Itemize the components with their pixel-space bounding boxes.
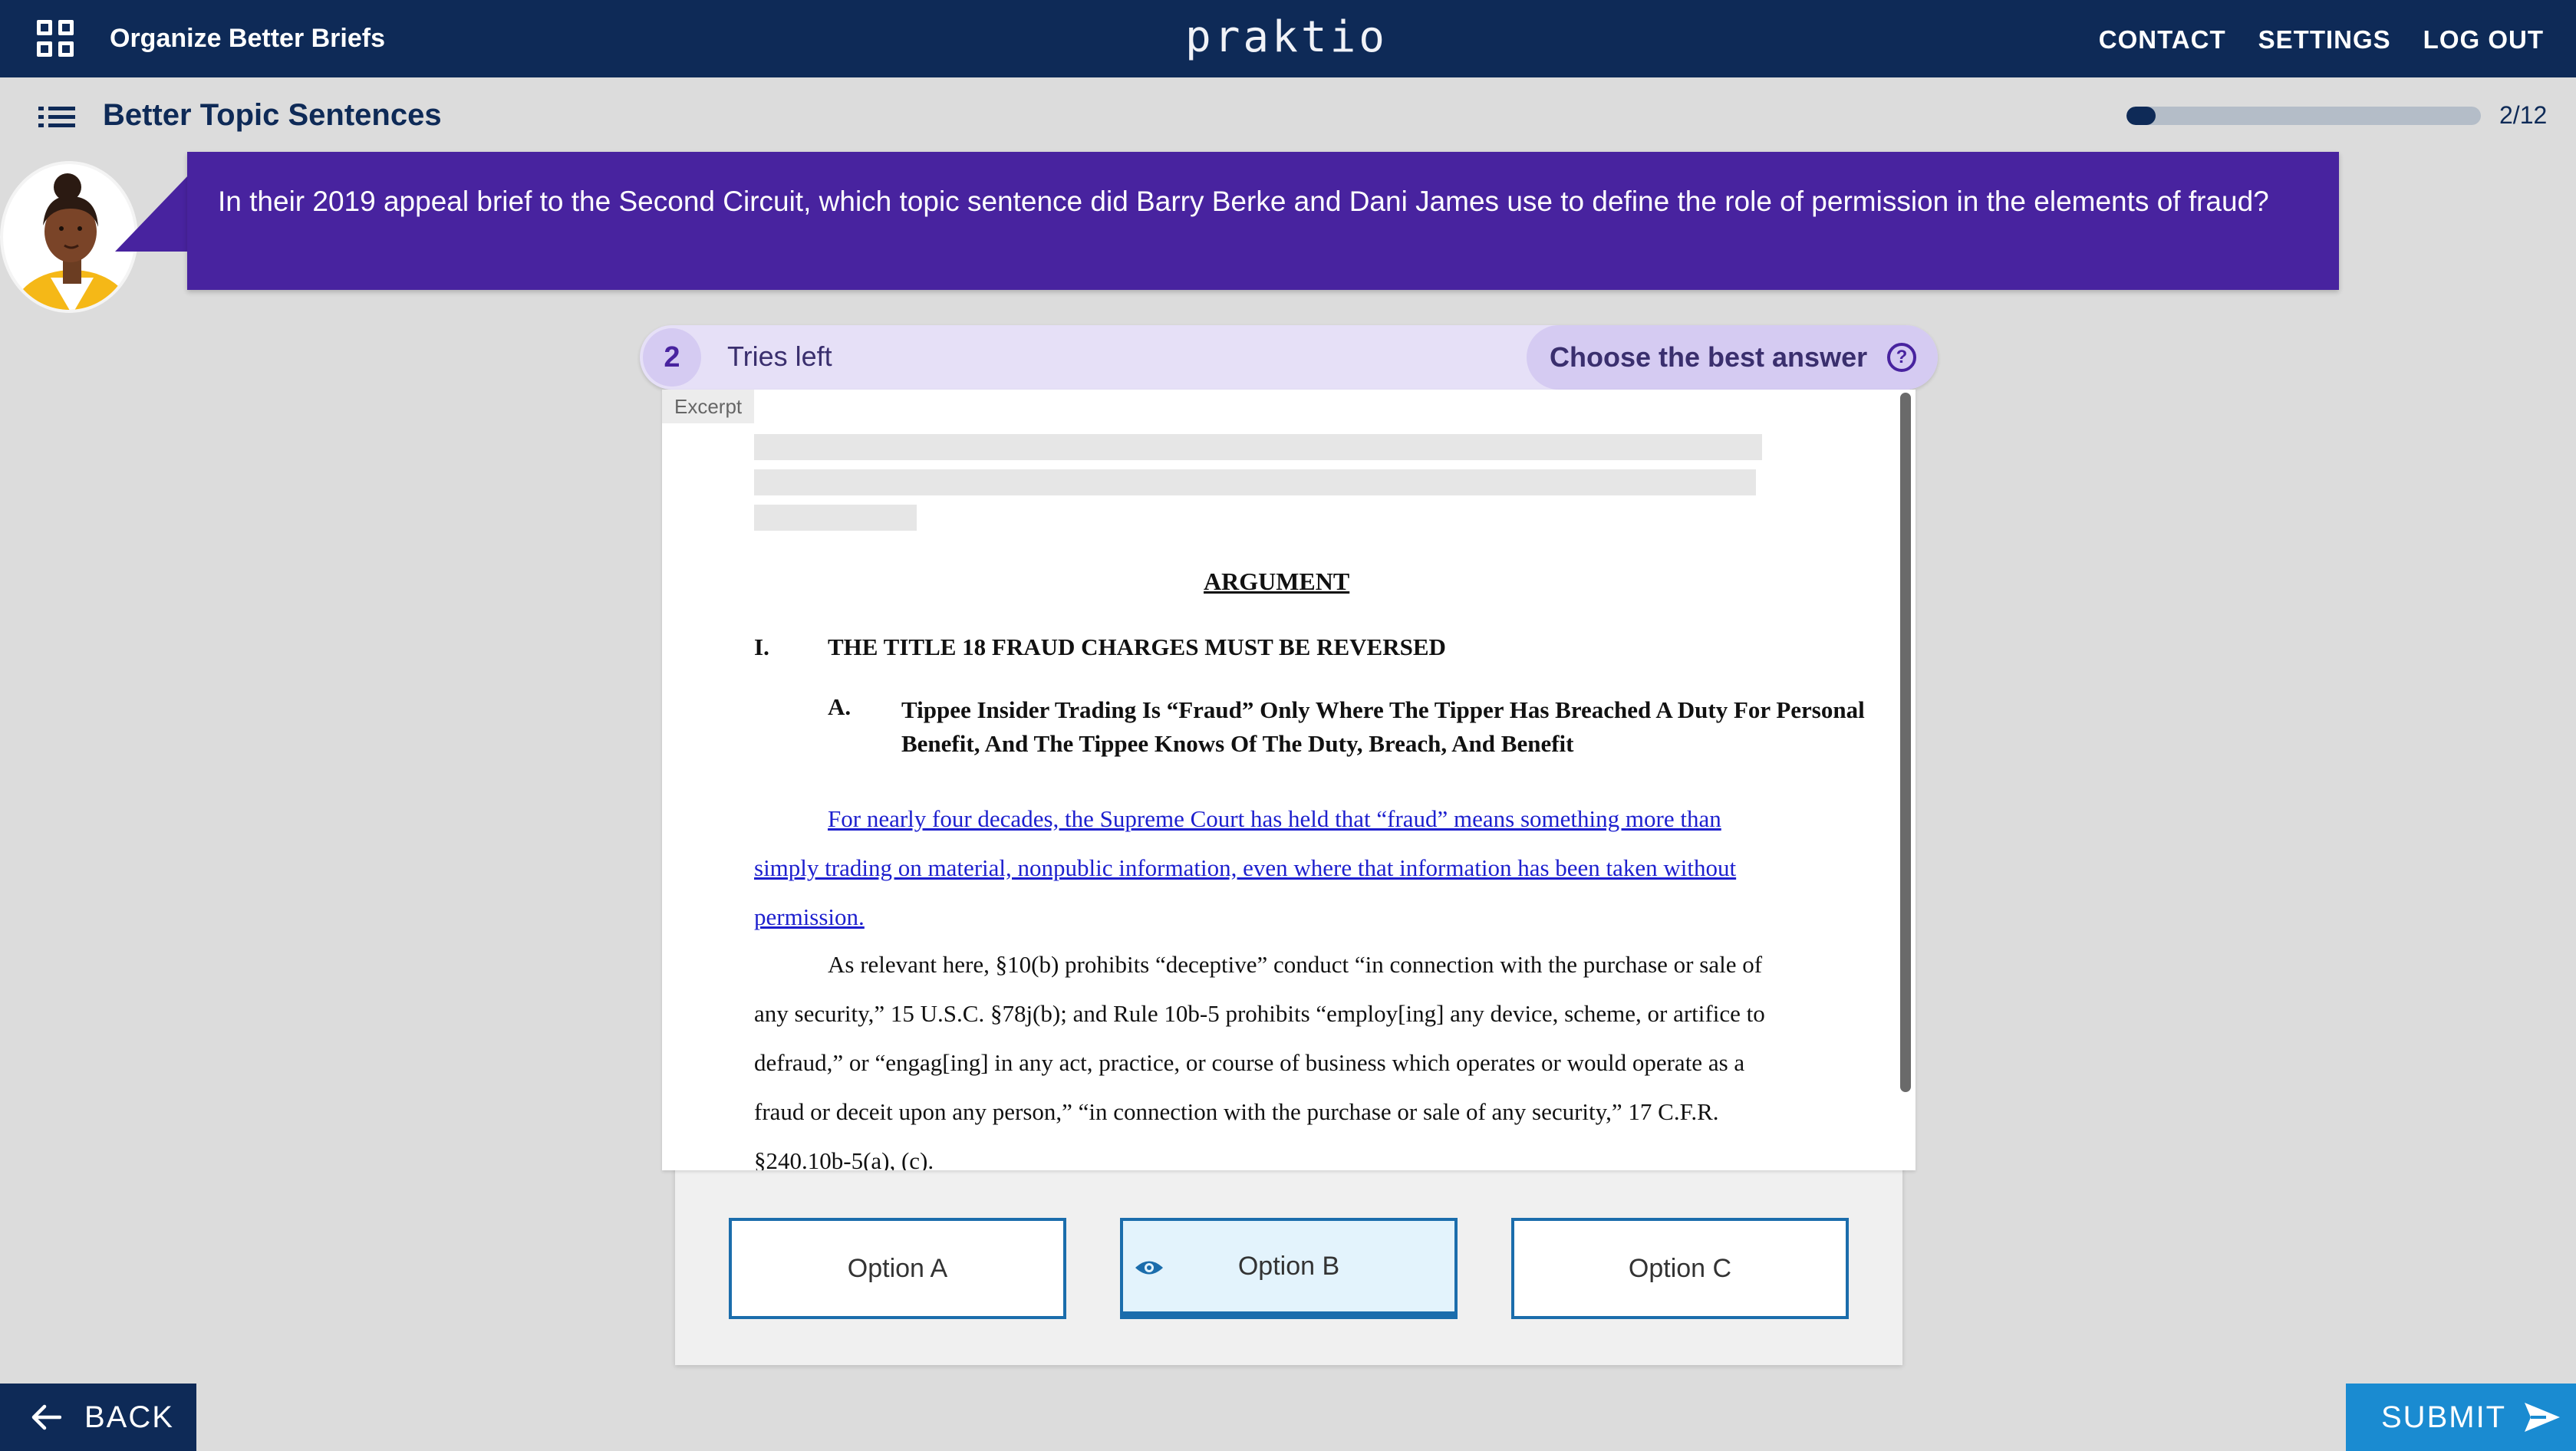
submit-label: SUBMIT — [2381, 1400, 2507, 1434]
subsection-title: Tippee Insider Trading Is “Fraud” Only W… — [901, 696, 1865, 757]
list-icon[interactable] — [38, 107, 75, 128]
brand-logo: praktio — [1185, 12, 1388, 62]
question-bubble: In their 2019 appeal brief to the Second… — [187, 152, 2339, 290]
top-nav-bar: Organize Better Briefs praktio CONTACT S… — [0, 0, 2576, 77]
option-label: Option B — [1237, 1251, 1340, 1281]
section-number: I. — [754, 633, 769, 660]
instructor-avatar — [0, 161, 138, 313]
option-c-button[interactable]: Option C — [1511, 1218, 1849, 1319]
grid-icon[interactable] — [37, 20, 74, 57]
tries-bar: 2 Tries left Choose the best answer ? — [640, 325, 1938, 390]
progress-bar — [2126, 107, 2481, 125]
lesson-title: Better Topic Sentences — [103, 98, 442, 132]
subsection-letter: A. — [828, 693, 852, 720]
logout-link[interactable]: LOG OUT — [2423, 23, 2544, 57]
top-nav-links: CONTACT SETTINGS LOG OUT — [2099, 23, 2544, 57]
option-a-button[interactable]: Option A — [729, 1218, 1066, 1319]
document-scrollbar[interactable] — [1900, 393, 1911, 1092]
argument-heading: ARGUMENT — [1204, 568, 1350, 595]
question-text: In their 2019 appeal brief to the Second… — [218, 186, 2269, 217]
excerpt-tag: Excerpt — [662, 390, 755, 423]
option-b-button[interactable]: Option B — [1120, 1218, 1458, 1319]
help-icon[interactable]: ? — [1887, 343, 1916, 372]
section-title: THE TITLE 18 FRAUD CHARGES MUST BE REVER… — [828, 633, 1446, 660]
eye-icon — [1135, 1261, 1163, 1275]
excerpt-document[interactable]: Excerpt ARGUMENT I. THE TITLE 18 FRAUD C… — [662, 390, 1916, 1170]
redacted-line — [754, 505, 917, 531]
body-paragraph: As relevant here, §10(b) prohibits “dece… — [754, 951, 1765, 1170]
back-label: BACK — [84, 1400, 174, 1434]
option-label: Option C — [1628, 1253, 1732, 1283]
submit-button[interactable]: SUBMIT — [2346, 1384, 2576, 1451]
lesson-header: Better Topic Sentences 2/12 — [0, 77, 2576, 154]
send-icon — [2525, 1403, 2561, 1432]
back-button[interactable]: BACK — [0, 1384, 196, 1451]
tries-label: Tries left — [727, 341, 832, 372]
redacted-line — [754, 434, 1762, 460]
instruction-pill: Choose the best answer ? — [1527, 325, 1938, 390]
contact-link[interactable]: CONTACT — [2099, 23, 2226, 57]
topic-sentence: For nearly four decades, the Supreme Cou… — [754, 805, 1737, 930]
progress-fill — [2126, 107, 2156, 125]
tries-count: 2 — [643, 328, 701, 387]
arrow-left-icon — [31, 1404, 61, 1430]
progress-counter: 2/12 — [2499, 101, 2548, 129]
instruction-text: Choose the best answer — [1550, 341, 1868, 373]
redacted-line — [754, 469, 1756, 495]
course-title: Organize Better Briefs — [110, 24, 385, 53]
settings-link[interactable]: SETTINGS — [2258, 23, 2391, 57]
option-label: Option A — [847, 1253, 948, 1283]
